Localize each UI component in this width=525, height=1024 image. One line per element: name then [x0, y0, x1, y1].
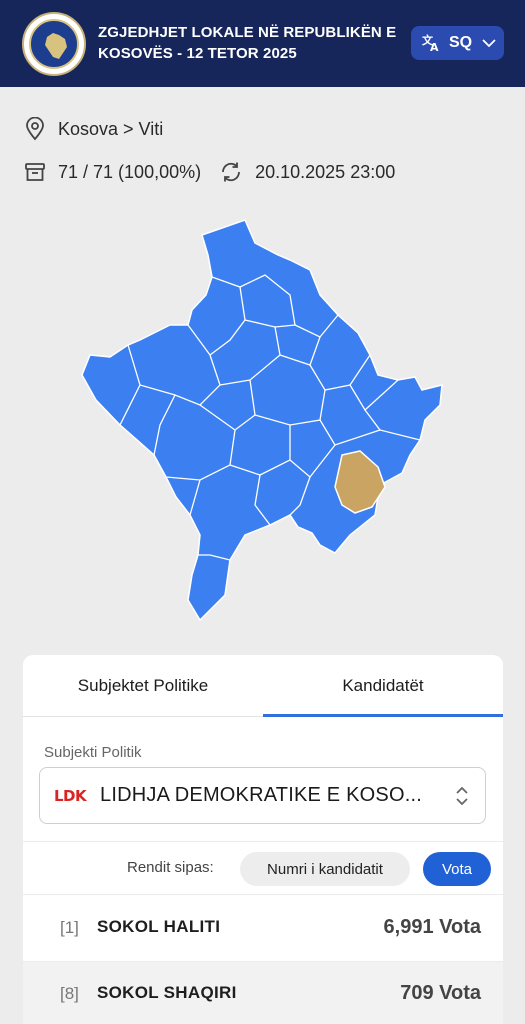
candidate-name: SOKOL SHAQIRI: [97, 983, 237, 1002]
polling-stations-count: 71 / 71 (100,00%): [58, 161, 202, 182]
ballot-box-icon: [25, 163, 45, 181]
cec-logo: [22, 12, 86, 76]
sort-by-number-button[interactable]: Numri i kandidatit: [240, 852, 410, 886]
sort-label: Rendit sipas:: [127, 859, 214, 876]
title-line-1: ZGJEDHJET LOKALE NË REPUBLIKËN E: [98, 24, 397, 41]
translate-icon: 文 A: [422, 33, 439, 53]
language-selector-button[interactable]: 文 A SQ: [411, 26, 504, 60]
kosovo-map-emblem-icon: [45, 33, 67, 59]
candidate-name: SOKOL HALITI: [97, 917, 221, 936]
party-select-label: Subjekti Politik: [44, 744, 142, 761]
kosovo-map[interactable]: [80, 215, 450, 625]
breadcrumb-text: Kosova > Viti: [58, 118, 164, 139]
chevron-updown-icon: [456, 786, 468, 806]
sort-by-votes-button[interactable]: Vota: [423, 852, 491, 886]
candidate-number: [8]: [60, 984, 79, 1003]
candidate-row[interactable]: [1] SOKOL HALITI 6,991 Vota: [23, 896, 503, 962]
location-pin-icon: [26, 117, 44, 141]
tab-candidates[interactable]: Kandidatët: [263, 655, 503, 717]
ldk-logo: LDK: [54, 786, 87, 805]
language-label: SQ: [449, 34, 473, 51]
party-select[interactable]: LDK LIDHJA DEMOKRATIKE E KOSO...: [39, 767, 486, 824]
map-kosovo-region[interactable]: [81, 219, 443, 622]
sort-bar: Rendit sipas: Numri i kandidatit Vota: [23, 841, 503, 895]
candidate-votes: 709 Vota: [400, 982, 481, 1004]
sync-icon: [222, 162, 241, 182]
tab-bar: Subjektet Politike Kandidatët: [23, 655, 503, 717]
tab-political-subjects[interactable]: Subjektet Politike: [23, 655, 263, 717]
title-line-2: KOSOVËS - 12 TETOR 2025: [98, 45, 297, 62]
candidate-number: [1]: [60, 918, 79, 937]
candidate-votes: 6,991 Vota: [383, 916, 481, 938]
stats-row: 71 / 71 (100,00%) 20.10.2025 23:00: [24, 158, 395, 186]
breadcrumb[interactable]: Kosova > Viti: [24, 116, 163, 142]
active-tab-indicator: [263, 714, 503, 717]
municipality-map[interactable]: [80, 215, 450, 625]
party-select-value: LIDHJA DEMOKRATIKE E KOSO...: [100, 784, 422, 806]
page-title: ZGJEDHJET LOKALE NË REPUBLIKËN E KOSOVËS…: [98, 22, 410, 64]
chevron-down-icon: [482, 39, 496, 48]
results-card: Subjektet Politike Kandidatët Subjekti P…: [23, 655, 503, 1024]
svg-text:A: A: [430, 41, 439, 53]
app-header: ZGJEDHJET LOKALE NË REPUBLIKËN E KOSOVËS…: [0, 0, 525, 87]
candidate-row[interactable]: [8] SOKOL SHAQIRI 709 Vota: [23, 962, 503, 1024]
last-updated-timestamp: 20.10.2025 23:00: [255, 161, 396, 182]
